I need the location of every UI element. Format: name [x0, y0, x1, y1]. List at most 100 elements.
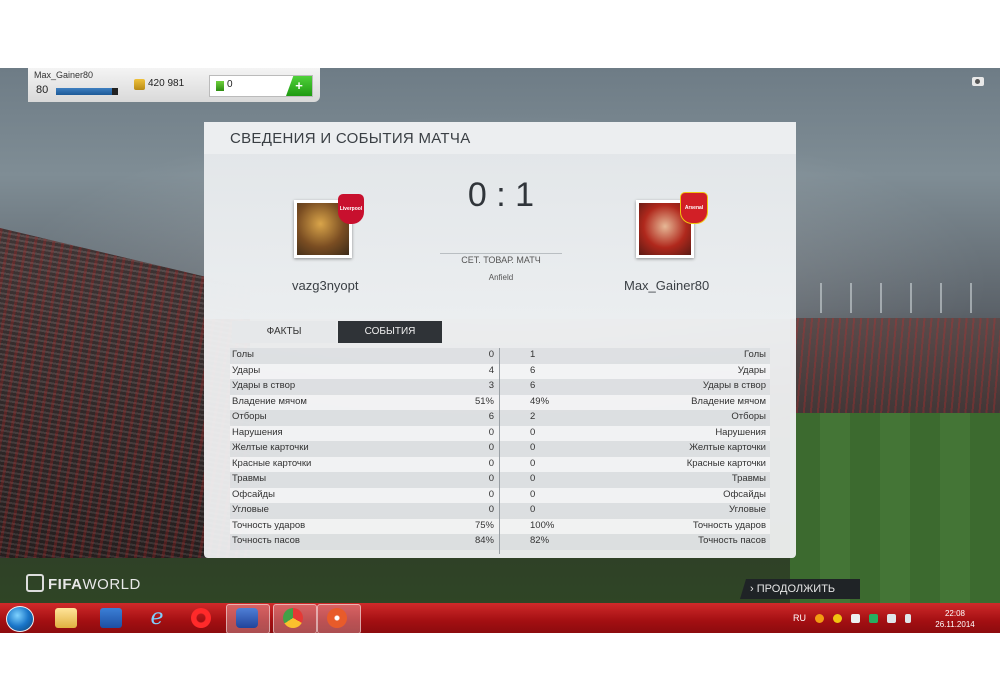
- stat-value-home: 4: [488, 364, 494, 376]
- stat-value-home: 0: [488, 349, 494, 360]
- match-details-panel: СВЕДЕНИЯ И СОБЫТИЯ МАТЧА Liverpool vazg3…: [204, 122, 796, 558]
- tab-facts[interactable]: ФАКТЫ: [232, 321, 336, 343]
- stat-value-away: 0: [530, 426, 536, 438]
- stat-label-away: Угловые: [729, 504, 766, 515]
- gpu-icon[interactable]: [869, 614, 878, 623]
- points-box: 0 +: [209, 75, 313, 97]
- stat-label-away: Офсайды: [723, 488, 766, 500]
- stat-label-away: Точность ударов: [692, 519, 766, 531]
- stat-row: Голы 0 1 Голы: [230, 348, 770, 364]
- stat-row: Красные карточки 0 0 Красные карточки: [230, 456, 770, 472]
- away-team-name: Max_Gainer80: [624, 278, 710, 293]
- stat-label-home: Офсайды: [232, 488, 275, 500]
- continue-button[interactable]: › ПРОДОЛЖИТЬ: [740, 579, 860, 599]
- match-type: СЕТ. ТОВАР. МАТЧ: [440, 253, 562, 265]
- stat-value-home: 0: [488, 473, 494, 484]
- stat-label-home: Красные карточки: [232, 457, 312, 469]
- stat-label-home: Удары: [232, 364, 261, 376]
- stadium-name: Anfield: [488, 273, 514, 282]
- media-player-icon[interactable]: [100, 608, 122, 628]
- start-button[interactable]: [6, 606, 34, 632]
- app-icon: [327, 608, 347, 628]
- stat-value-away: 0: [530, 488, 536, 500]
- stat-row: Удары в створ 3 6 Удары в створ: [230, 379, 770, 395]
- fifa-world-app-icon: [236, 608, 258, 628]
- panel-title: СВЕДЕНИЯ И СОБЫТИЯ МАТЧА: [230, 130, 471, 147]
- ea-shield-icon: [26, 574, 44, 592]
- stat-label-home: Травмы: [232, 473, 267, 484]
- stat-label-home: Нарушения: [232, 426, 283, 438]
- volume-icon[interactable]: [905, 614, 911, 623]
- stat-label-away: Отборы: [731, 411, 766, 422]
- stat-label-home: Голы: [232, 349, 254, 360]
- arsenal-crest-icon: Arsenal: [680, 192, 708, 224]
- stat-row: Желтые карточки 0 0 Желтые карточки: [230, 441, 770, 457]
- stat-row: Владение мячом 51% 49% Владение мячом: [230, 394, 770, 410]
- tab-events[interactable]: СОБЫТИЯ: [338, 321, 442, 343]
- stat-value-home: 0: [488, 504, 494, 515]
- hud-level: 80: [36, 84, 49, 96]
- clock-date: 26.11.2014: [935, 620, 975, 629]
- stats-table: Голы 0 1 Голы Удары 4 6 Удары Удары в створ 3 6 Уда…: [230, 348, 770, 550]
- stat-value-home: 0: [488, 442, 494, 453]
- camera-icon[interactable]: [972, 77, 984, 86]
- stat-value-away: 82%: [530, 535, 550, 546]
- explorer-icon[interactable]: [55, 608, 77, 628]
- points-value: 0: [227, 79, 233, 90]
- stat-value-away: 0: [530, 473, 536, 484]
- stat-row: Травмы 0 0 Травмы: [230, 472, 770, 488]
- stat-label-home: Удары в створ: [232, 380, 296, 391]
- coins-icon: [134, 79, 145, 90]
- hud-username: Max_Gainer80: [34, 70, 94, 80]
- stat-value-away: 6: [530, 364, 536, 376]
- stat-label-away: Желтые карточки: [689, 442, 766, 453]
- tray-app-icon[interactable]: [815, 614, 824, 623]
- stat-label-away: Красные карточки: [686, 457, 766, 469]
- flag-icon[interactable]: [851, 614, 860, 623]
- stat-value-away: 0: [530, 457, 536, 469]
- player-hud: Max_Gainer80 80 420 981 0 +: [28, 68, 320, 102]
- stat-value-away: 49%: [530, 395, 550, 407]
- tray-app-icon-2[interactable]: [833, 614, 842, 623]
- stat-value-home: 75%: [474, 519, 494, 531]
- home-team-name: vazg3nyopt: [292, 278, 359, 293]
- stat-label-away: Удары в створ: [702, 380, 766, 391]
- stat-row: Точность ударов 75% 100% Точность ударов: [230, 518, 770, 534]
- stat-row: Точность пасов 84% 82% Точность пасов: [230, 534, 770, 550]
- level-progress-bar: [56, 88, 118, 95]
- opera-icon[interactable]: [191, 608, 211, 628]
- stat-value-home: 0: [488, 488, 494, 500]
- stat-label-away: Травмы: [731, 473, 766, 484]
- stat-row: Удары 4 6 Удары: [230, 363, 770, 379]
- clock[interactable]: 22:08 26.11.2014: [932, 608, 978, 630]
- stat-value-home: 6: [488, 411, 494, 422]
- stat-row: Офсайды 0 0 Офсайды: [230, 487, 770, 503]
- language-indicator[interactable]: RU: [793, 613, 806, 623]
- points-icon: [216, 81, 224, 91]
- stats-divider: [499, 348, 500, 554]
- stat-label-away: Точность пасов: [698, 535, 766, 546]
- stat-value-away: 6: [530, 380, 536, 391]
- pitch: [790, 413, 1000, 603]
- tab-bar: ФАКТЫ СОБЫТИЯ: [232, 321, 468, 343]
- stat-label-home: Желтые карточки: [232, 442, 309, 453]
- stat-value-home: 84%: [474, 535, 494, 546]
- add-points-button[interactable]: +: [286, 76, 312, 96]
- chrome-icon: [283, 608, 303, 628]
- internet-explorer-icon[interactable]: e: [146, 607, 168, 629]
- stat-label-home: Точность пасов: [232, 535, 300, 546]
- network-icon[interactable]: [887, 614, 896, 623]
- clock-time: 22:08: [944, 609, 966, 618]
- stat-label-home: Угловые: [232, 504, 269, 515]
- stat-label-away: Нарушения: [715, 426, 766, 438]
- coins-value: 420 981: [148, 78, 185, 89]
- liverpool-crest-icon: Liverpool: [338, 194, 364, 224]
- stat-row: Угловые 0 0 Угловые: [230, 503, 770, 519]
- stat-label-home: Владение мячом: [232, 395, 307, 407]
- windows-taskbar: e RU 22:08 26.11.2014: [0, 603, 1000, 634]
- stat-value-away: 1: [530, 349, 536, 360]
- stat-row: Отборы 6 2 Отборы: [230, 410, 770, 426]
- stat-row: Нарушения 0 0 Нарушения: [230, 425, 770, 441]
- stat-label-home: Отборы: [232, 411, 267, 422]
- stat-value-home: 0: [488, 426, 494, 438]
